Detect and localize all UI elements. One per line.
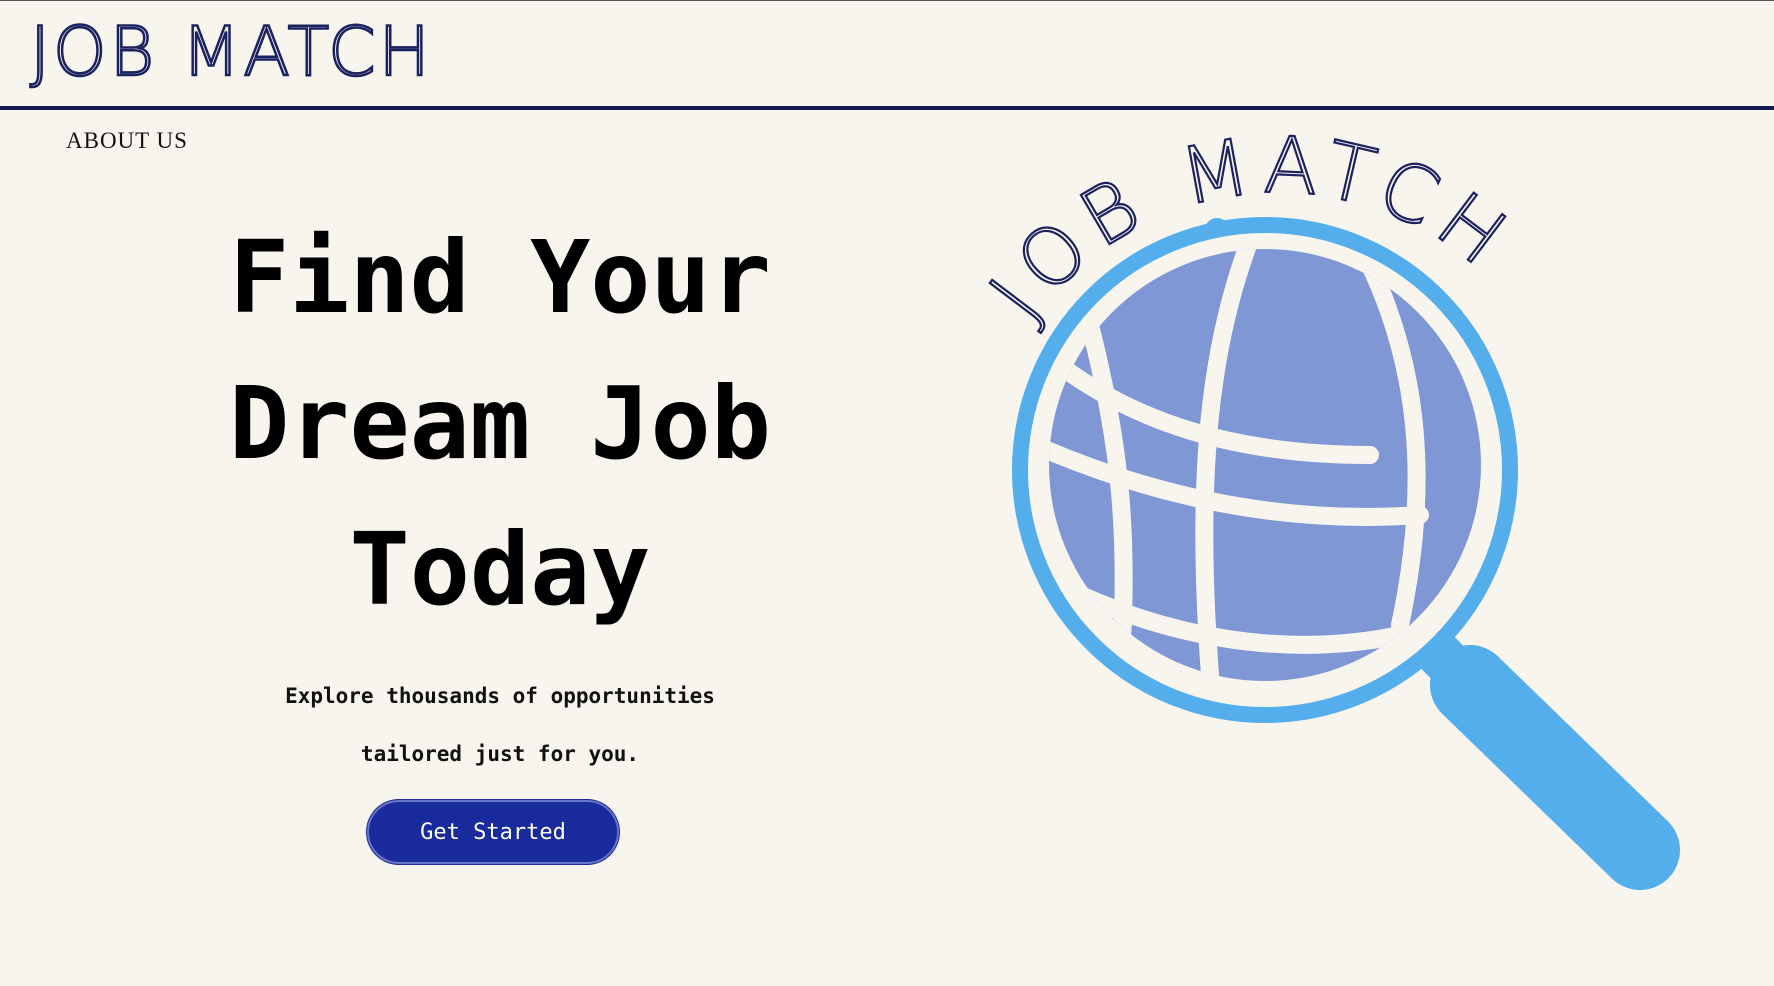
site-header: JOB MATCH: [0, 1, 1774, 106]
hero-subtitle-line-2: tailored just for you.: [360, 742, 640, 766]
magnifier-globe-icon: JOB MATCH: [980, 120, 1680, 890]
get-started-button[interactable]: Get Started: [367, 800, 619, 864]
hero-section: Find Your Dream Job Today Explore thousa…: [190, 205, 810, 783]
hero-title: Find Your Dream Job Today: [190, 205, 810, 643]
hero-title-line-3: Today: [349, 511, 651, 628]
brand-logo-text[interactable]: JOB MATCH: [29, 15, 433, 90]
hero-title-line-1: Find Your: [229, 219, 771, 336]
hero-subtitle: Explore thousands of opportunities tailo…: [190, 667, 810, 783]
hero-subtitle-line-1: Explore thousands of opportunities: [285, 684, 715, 708]
header-divider: [0, 106, 1774, 110]
nav-link-about-us[interactable]: ABOUT US: [66, 128, 188, 154]
magnifier-handle: [1430, 645, 1680, 890]
hero-title-line-2: Dream Job: [229, 365, 771, 482]
